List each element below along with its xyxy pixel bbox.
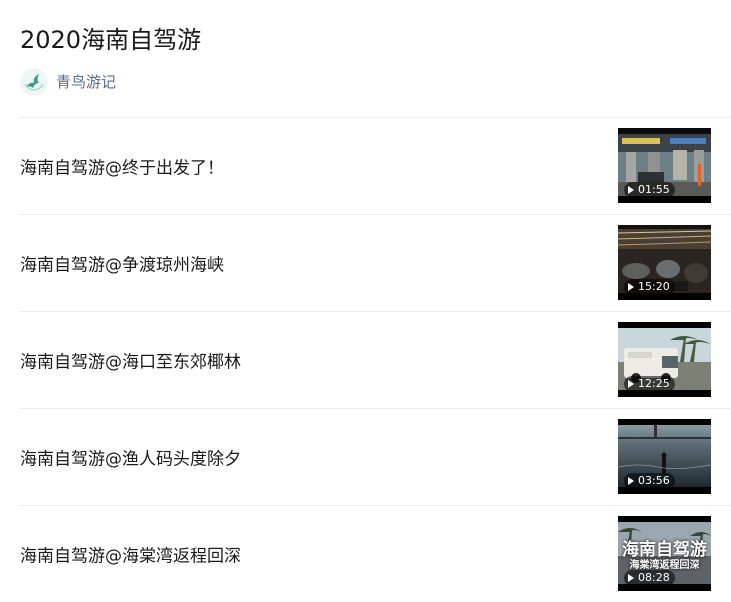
bird-logo-icon xyxy=(21,69,47,95)
page-title: 2020海南自驾游 xyxy=(20,26,202,54)
avatar[interactable] xyxy=(20,68,48,96)
list-item[interactable]: 海南自驾游@海口至东郊椰林 12:25 xyxy=(20,311,731,408)
video-title[interactable]: 海南自驾游@海棠湾返程回深 xyxy=(20,542,241,567)
video-thumbnail[interactable]: 15:20 xyxy=(618,225,711,300)
duration-text: 03:56 xyxy=(638,474,670,487)
duration-badge: 03:56 xyxy=(624,473,675,489)
play-icon xyxy=(628,186,634,194)
play-icon xyxy=(628,477,634,485)
video-thumbnail[interactable]: 12:25 xyxy=(618,322,711,397)
duration-text: 15:20 xyxy=(638,280,670,293)
play-icon xyxy=(628,283,634,291)
duration-text: 08:28 xyxy=(638,571,670,584)
list-item[interactable]: 海南自驾游@海棠湾返程回深 海南自驾游 海棠湾返程回深 08:28 xyxy=(20,505,731,602)
video-title[interactable]: 海南自驾游@海口至东郊椰林 xyxy=(20,348,241,373)
duration-badge: 08:28 xyxy=(624,570,675,586)
list-item[interactable]: 海南自驾游@终于出发了！ 01:55 xyxy=(20,117,731,214)
list-item[interactable]: 海南自驾游@争渡琼州海峡 15:20 xyxy=(20,214,731,311)
video-list: 海南自驾游@终于出发了！ 01:55 海南自驾游@争渡琼州海峡 15:20 海南… xyxy=(20,117,731,602)
duration-text: 12:25 xyxy=(638,377,670,390)
duration-badge: 01:55 xyxy=(624,182,675,198)
author-row[interactable]: 青鸟游记 xyxy=(20,68,116,96)
duration-badge: 12:25 xyxy=(624,376,675,392)
play-icon xyxy=(628,380,634,388)
play-icon xyxy=(628,574,634,582)
list-item[interactable]: 海南自驾游@渔人码头度除夕 03:56 xyxy=(20,408,731,505)
video-title[interactable]: 海南自驾游@终于出发了！ xyxy=(20,154,224,179)
video-thumbnail[interactable]: 01:55 xyxy=(618,128,711,203)
video-thumbnail[interactable]: 海南自驾游 海棠湾返程回深 08:28 xyxy=(618,516,711,591)
author-name-link[interactable]: 青鸟游记 xyxy=(56,68,116,96)
thumbnail-overlay-subtitle: 海棠湾返程回深 xyxy=(629,560,700,571)
video-thumbnail[interactable]: 03:56 xyxy=(618,419,711,494)
video-title[interactable]: 海南自驾游@争渡琼州海峡 xyxy=(20,251,224,276)
duration-badge: 15:20 xyxy=(624,279,675,295)
video-title[interactable]: 海南自驾游@渔人码头度除夕 xyxy=(20,445,241,470)
duration-text: 01:55 xyxy=(638,183,670,196)
